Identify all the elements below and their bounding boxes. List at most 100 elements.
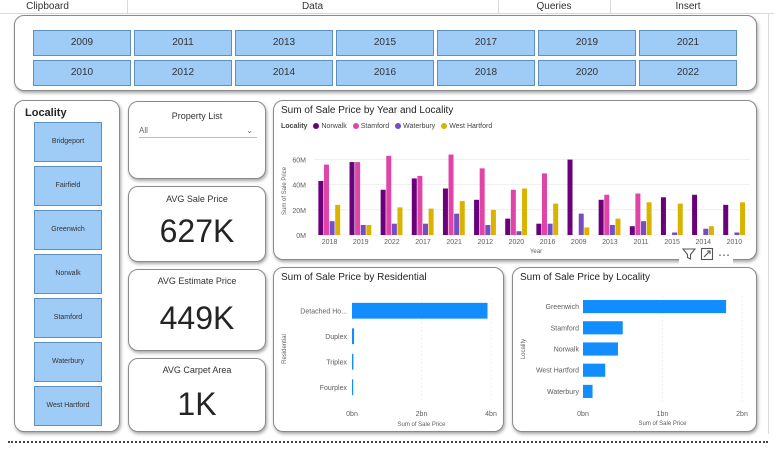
bar (547, 223, 553, 235)
year-button[interactable]: 2020 (538, 60, 636, 86)
x-tick-label: 2018 (322, 239, 338, 246)
year-button[interactable]: 2012 (134, 60, 232, 86)
bar (740, 202, 746, 235)
ribbon-group-queries[interactable]: Queries (498, 0, 610, 14)
y-tick-label: 40M (292, 183, 306, 190)
avg-carpet-area-card: AVG Carpet Area 1K (128, 358, 266, 432)
bar (490, 209, 496, 235)
more-options-icon[interactable]: ⋯ (718, 248, 730, 262)
locality-button[interactable]: Greenwich (34, 210, 102, 250)
x-tick-label: 2017 (415, 239, 431, 246)
y-tick-label: Duplex (325, 334, 347, 341)
locality-button[interactable]: Bridgeport (34, 122, 102, 162)
sale-price-by-year-locality-chart: Sum of Sale Price by Year and Locality L… (273, 100, 757, 260)
y-tick-label: 20M (292, 208, 306, 215)
y-axis-title: Sum of Sale Price (282, 166, 288, 215)
card-value: 627K (159, 213, 235, 249)
bar (352, 302, 488, 319)
canvas-edge (768, 14, 769, 434)
ribbon-group-insert[interactable]: Insert (610, 0, 766, 14)
bar (629, 226, 635, 235)
focus-mode-icon[interactable] (700, 247, 714, 264)
x-tick-label: 2019 (353, 239, 369, 246)
bar (553, 203, 559, 235)
residential-bar-chart-canvas: 0bn 2bn 4bn Sum of Sale Price Residential Det… (282, 298, 497, 428)
year-button[interactable]: 2018 (437, 60, 535, 86)
year-button[interactable]: 2016 (336, 60, 434, 86)
bar (349, 162, 355, 235)
card-value: 1K (177, 386, 217, 422)
bar (397, 207, 403, 235)
avg-sale-price-card: AVG Sale Price 627K (128, 186, 266, 262)
bar (692, 194, 698, 235)
year-button[interactable]: 2014 (235, 60, 333, 86)
property-list-selected: All (139, 126, 148, 135)
year-button[interactable]: 2017 (437, 30, 535, 56)
locality-button[interactable]: Stamford (34, 298, 102, 338)
x-tick-label: 2bn (416, 411, 428, 418)
x-axis-title: Year (530, 249, 542, 255)
sale-price-by-locality-chart: Sum of Sale Price by Locality 0bn 1bn 2bn S… (512, 267, 757, 432)
bar (360, 224, 366, 235)
bar (703, 228, 709, 235)
x-tick-label: 2012 (477, 239, 493, 246)
x-tick-label: 2011 (633, 239, 648, 246)
bar (583, 342, 618, 356)
year-button[interactable]: 2013 (235, 30, 333, 56)
card-title: AVG Sale Price (166, 194, 228, 204)
y-tick-label: Norwalk (554, 347, 580, 354)
bar (578, 213, 584, 235)
bar (641, 221, 647, 235)
page-divider (8, 441, 768, 443)
year-button[interactable]: 2021 (639, 30, 737, 56)
x-tick-label: 2021 (446, 239, 462, 246)
bar (329, 221, 335, 235)
x-axis-title: Sum of Sale Price (638, 421, 687, 427)
year-button[interactable]: 2015 (336, 30, 434, 56)
bar (677, 203, 683, 235)
bar (646, 202, 652, 235)
property-list-slicer: Property List All ⌄ (128, 101, 266, 179)
year-button[interactable]: 2011 (134, 30, 232, 56)
year-button[interactable]: 2010 (33, 60, 131, 86)
locality-button[interactable]: Waterbury (34, 342, 102, 382)
bar (391, 223, 397, 235)
x-tick-label: 2013 (602, 239, 618, 246)
x-tick-label: 2016 (540, 239, 556, 246)
x-tick-label: 2015 (664, 239, 680, 246)
y-axis-title: Locality (521, 339, 527, 359)
bar (417, 175, 423, 235)
locality-button[interactable]: West Hartford (34, 386, 102, 426)
ribbon-group-clipboard[interactable]: Clipboard (0, 0, 95, 14)
bar (660, 197, 666, 235)
bar (615, 218, 621, 235)
ribbon-bar: Clipboard Data Queries Insert (0, 0, 774, 14)
card-title: AVG Estimate Price (157, 276, 237, 286)
year-slicer: 2009 2011 2013 2015 2017 2019 2021 2010 … (14, 15, 757, 91)
bar (604, 194, 610, 235)
x-tick-label: 2014 (695, 239, 711, 246)
bar (323, 164, 329, 235)
year-button[interactable]: 2022 (639, 60, 737, 86)
bar (723, 204, 729, 235)
x-tick-label: 0bn (577, 411, 589, 418)
bar (734, 232, 740, 235)
ribbon-group-data[interactable]: Data (127, 0, 498, 14)
locality-slicer-title: Locality (25, 107, 67, 119)
bar (583, 384, 593, 398)
filter-icon[interactable] (681, 247, 697, 264)
bar (448, 154, 454, 235)
x-tick-label: 2022 (384, 239, 400, 246)
property-list-dropdown[interactable]: All ⌄ (139, 124, 257, 138)
bar (428, 208, 434, 235)
bar (522, 188, 528, 235)
bar (352, 353, 354, 370)
bar (411, 178, 417, 235)
locality-button[interactable]: Fairfield (34, 166, 102, 206)
year-button[interactable]: 2019 (538, 30, 636, 56)
locality-button[interactable]: Norwalk (34, 254, 102, 294)
column-chart-canvas: 0M 20M 40M 60M Sum of Sale Price 2018 2019 2022… (282, 154, 750, 255)
bar (352, 379, 354, 396)
year-button[interactable]: 2009 (33, 30, 131, 56)
bar (423, 223, 429, 235)
